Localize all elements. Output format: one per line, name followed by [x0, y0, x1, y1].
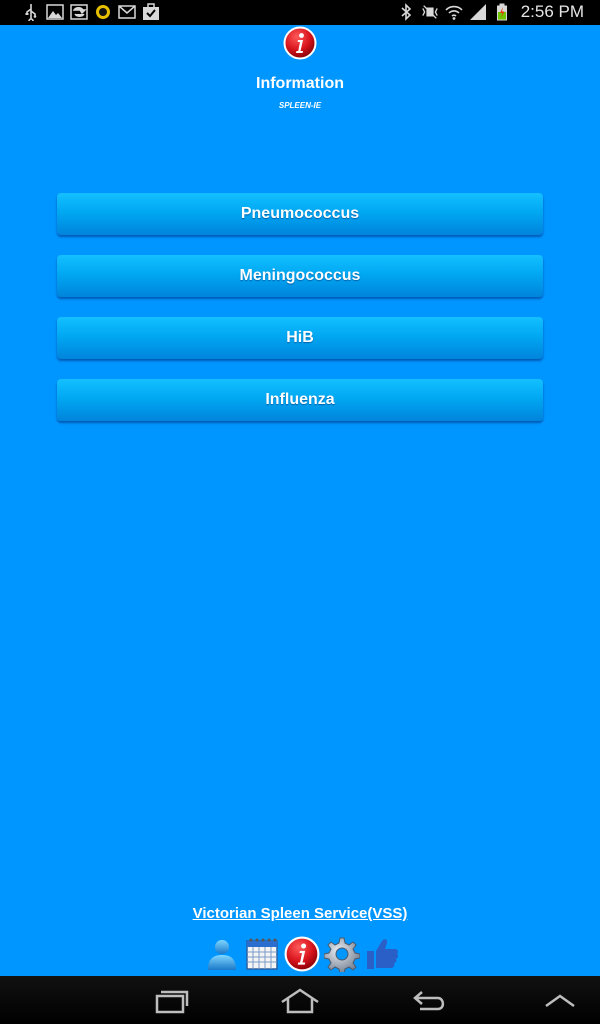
home-icon[interactable] [280, 984, 320, 1016]
person-icon[interactable] [204, 936, 240, 972]
meningococcus-button[interactable]: Meningococcus [57, 255, 543, 297]
notification-icons [22, 3, 160, 21]
recent-apps-icon[interactable] [151, 984, 191, 1016]
info-icon [283, 26, 317, 60]
usb-icon [22, 3, 40, 21]
vss-link[interactable]: Victorian Spleen Service(VSS) [0, 905, 600, 922]
hib-button[interactable]: HiB [57, 317, 543, 359]
influenza-button[interactable]: Influenza [57, 379, 543, 421]
page-title: Information [256, 75, 344, 92]
image-icon [46, 3, 64, 21]
wifi-icon [445, 3, 463, 21]
status-bar: 2:56 PM [0, 0, 600, 25]
signal-icon [469, 3, 487, 21]
navigation-bar [0, 976, 600, 1024]
mail-icon [118, 3, 136, 21]
sync-icon [70, 3, 88, 21]
gear-icon[interactable] [323, 936, 361, 975]
back-icon[interactable] [410, 984, 450, 1016]
thumbs-up-icon[interactable] [364, 936, 400, 972]
system-icons: 2:56 PM [397, 2, 584, 22]
vibrate-off-icon [421, 3, 439, 21]
menu-up-icon[interactable] [540, 984, 580, 1016]
info-icon[interactable] [284, 936, 320, 972]
status-time: 2:56 PM [520, 2, 584, 21]
page-subtitle: SPLEEN-IE [278, 101, 322, 110]
calendar-icon[interactable] [244, 936, 280, 972]
briefcase-check-icon [142, 3, 160, 21]
battery-charging-icon [493, 3, 511, 21]
bluetooth-icon [397, 3, 415, 21]
bug-icon [94, 3, 112, 21]
footer-toolbar [204, 936, 400, 975]
pneumococcus-button[interactable]: Pneumococcus [57, 193, 543, 235]
